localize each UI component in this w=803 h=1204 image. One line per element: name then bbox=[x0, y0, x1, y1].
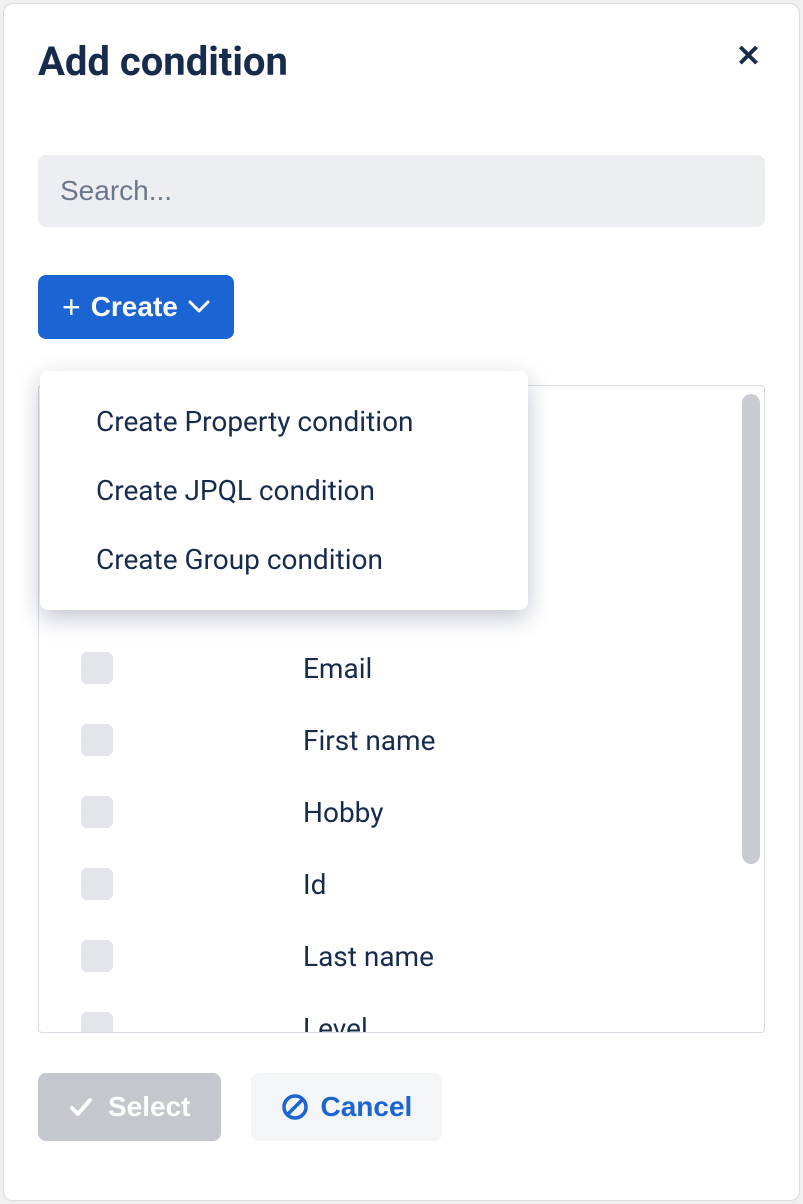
create-button[interactable]: + Create bbox=[38, 275, 234, 339]
dialog-header: Add condition ✕ bbox=[38, 38, 765, 85]
cancel-icon bbox=[281, 1093, 309, 1121]
close-icon: ✕ bbox=[736, 40, 761, 73]
scrollbar-thumb[interactable] bbox=[742, 394, 760, 864]
add-condition-dialog: Add condition ✕ + Create Email First nam… bbox=[3, 3, 800, 1201]
row-label: Hobby bbox=[303, 796, 384, 829]
create-button-label: Create bbox=[91, 291, 178, 323]
dropdown-item-property[interactable]: Create Property condition bbox=[40, 387, 528, 456]
table-row[interactable]: Last name bbox=[39, 920, 764, 992]
dropdown-item-jpql[interactable]: Create JPQL condition bbox=[40, 456, 528, 525]
table-row[interactable]: Id bbox=[39, 848, 764, 920]
check-icon bbox=[68, 1094, 94, 1120]
row-label: Level bbox=[303, 1012, 368, 1033]
checkbox[interactable] bbox=[81, 652, 113, 684]
row-label: Email bbox=[303, 652, 372, 685]
checkbox[interactable] bbox=[81, 724, 113, 756]
dialog-footer: Select Cancel bbox=[38, 1073, 765, 1141]
create-dropdown: Create Property condition Create JPQL co… bbox=[40, 371, 528, 610]
dialog-title: Add condition bbox=[38, 38, 288, 85]
select-button[interactable]: Select bbox=[38, 1073, 221, 1141]
row-label: Id bbox=[303, 868, 326, 901]
dropdown-item-label: Create Group condition bbox=[96, 543, 383, 576]
plus-icon: + bbox=[62, 291, 81, 323]
table-row[interactable]: Level bbox=[39, 992, 764, 1032]
checkbox[interactable] bbox=[81, 940, 113, 972]
table-row[interactable]: Email bbox=[39, 632, 764, 704]
cancel-button-label: Cancel bbox=[321, 1091, 413, 1123]
dropdown-item-label: Create JPQL condition bbox=[96, 474, 375, 507]
cancel-button[interactable]: Cancel bbox=[251, 1073, 443, 1141]
dropdown-item-label: Create Property condition bbox=[96, 405, 414, 438]
checkbox[interactable] bbox=[81, 1012, 113, 1032]
select-button-label: Select bbox=[108, 1091, 191, 1123]
checkbox[interactable] bbox=[81, 868, 113, 900]
chevron-down-icon bbox=[188, 300, 210, 314]
close-button[interactable]: ✕ bbox=[732, 38, 765, 76]
search-input[interactable] bbox=[38, 155, 765, 227]
row-label: First name bbox=[303, 724, 435, 757]
table-row[interactable]: Hobby bbox=[39, 776, 764, 848]
checkbox[interactable] bbox=[81, 796, 113, 828]
dropdown-item-group[interactable]: Create Group condition bbox=[40, 525, 528, 594]
row-label: Last name bbox=[303, 940, 434, 973]
table-row[interactable]: First name bbox=[39, 704, 764, 776]
